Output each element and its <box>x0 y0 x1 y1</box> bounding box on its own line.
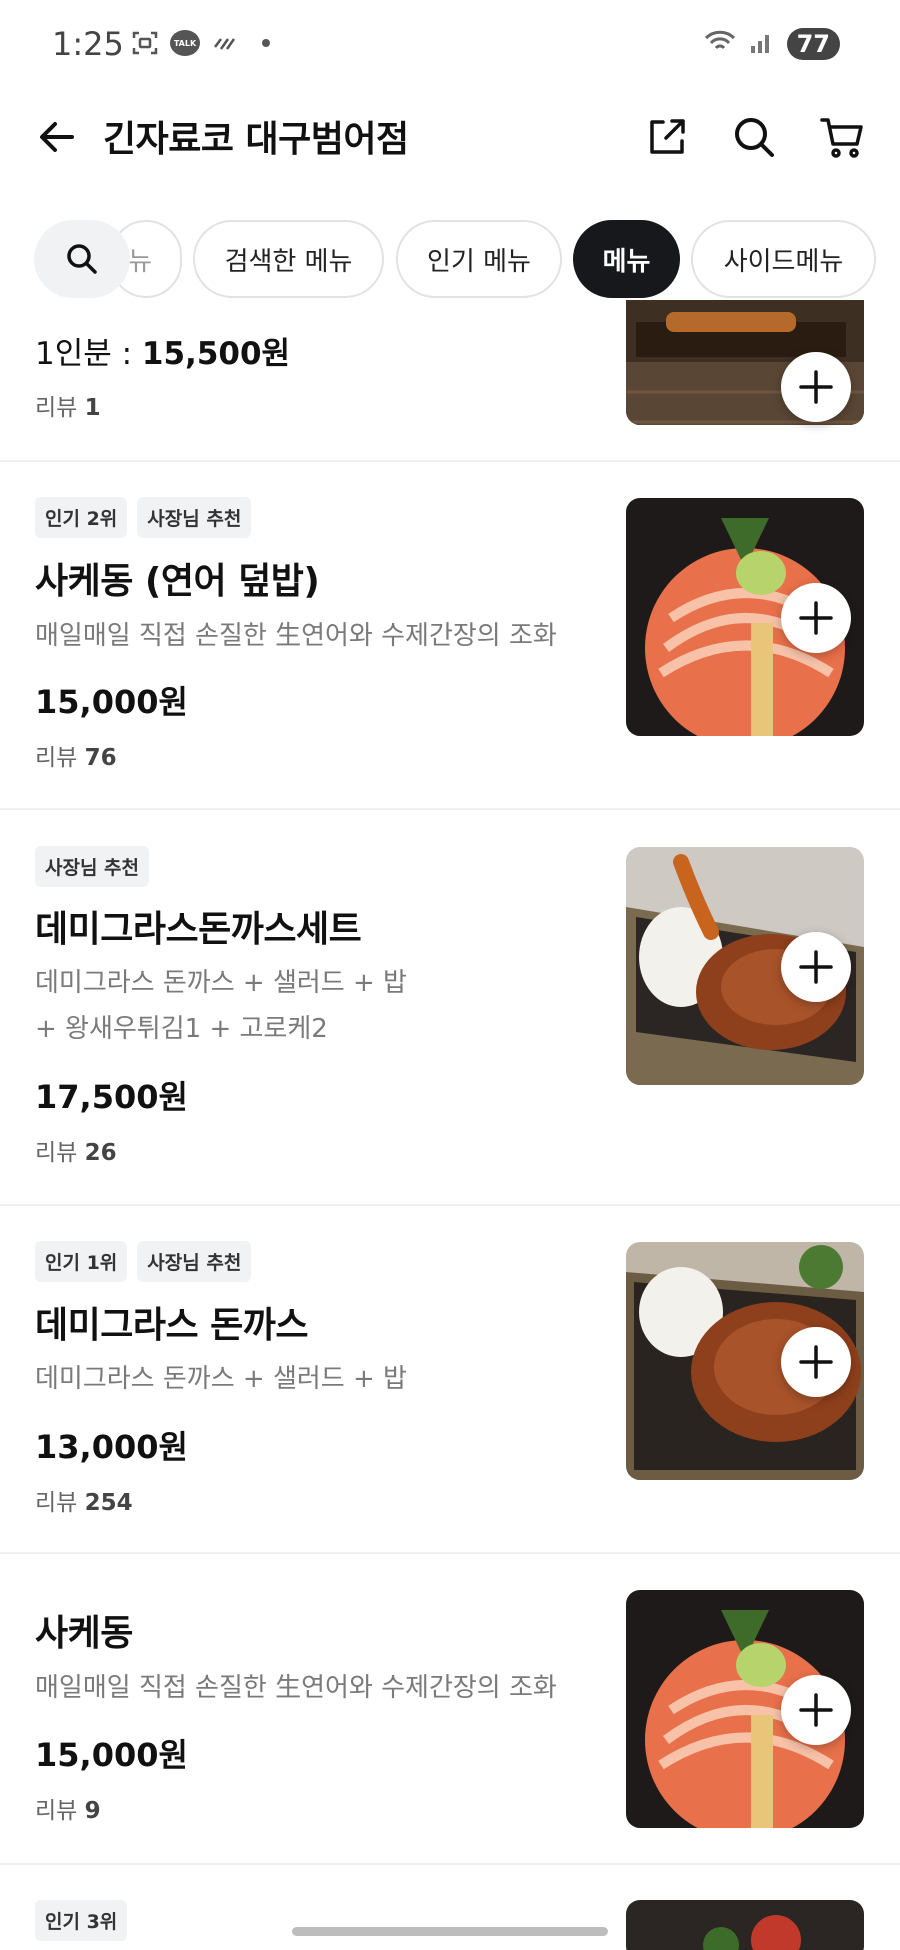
status-time: 1:25 <box>52 25 124 63</box>
item-review-count: 리뷰 26 <box>35 1140 117 1166</box>
popular-rank-badge: 인기 3위 <box>35 1900 128 1941</box>
item-price: 15,000원 <box>35 683 188 721</box>
popular-rank-badge: 인기 1위 <box>35 1241 128 1282</box>
plus-icon <box>799 370 833 404</box>
kakaotalk-icon: TALK <box>170 30 200 56</box>
plus-icon <box>799 950 833 984</box>
item-price: 1인분 : 15,500원 <box>35 336 291 372</box>
data-sync-icon <box>210 28 240 58</box>
add-to-cart-button[interactable] <box>781 583 851 653</box>
item-price: 15,000원 <box>35 1736 188 1774</box>
notification-dot-icon <box>262 39 270 47</box>
menu-item[interactable]: 사장님 추천 데미그라스돈까스세트 데미그라스 돈까스 + 샐러드 + 밥 + … <box>0 810 900 1206</box>
add-to-cart-button[interactable] <box>781 932 851 1002</box>
cart-icon <box>820 118 863 158</box>
share-button[interactable] <box>640 110 694 164</box>
tab-menu[interactable]: 메뉴 <box>573 220 680 298</box>
owner-pick-badge: 사장님 추천 <box>137 497 252 538</box>
search-icon <box>67 244 97 274</box>
menu-item[interactable]: 1인분 : 15,500원 리뷰 1 <box>0 300 900 462</box>
item-price: 13,000원 <box>35 1428 188 1466</box>
store-header: 긴자료코 대구범어점 <box>0 92 900 184</box>
home-indicator[interactable] <box>292 1927 608 1936</box>
item-description: 매일매일 직접 손질한 生연어와 수제간장의 조화 <box>35 621 557 651</box>
item-name: 데미그라스돈까스세트 <box>35 909 362 950</box>
popular-rank-badge: 인기 2위 <box>35 497 128 538</box>
store-title: 긴자료코 대구범어점 <box>103 119 409 160</box>
arrow-left-icon <box>40 122 74 152</box>
signal-icon <box>749 29 775 59</box>
item-price: 17,500원 <box>35 1078 188 1116</box>
wifi-icon <box>703 28 737 60</box>
plus-icon <box>799 601 833 635</box>
item-description: 매일매일 직접 손질한 生연어와 수제간장의 조화 <box>35 1673 557 1703</box>
search-button[interactable] <box>727 110 781 164</box>
item-review-count: 리뷰 254 <box>35 1490 133 1516</box>
item-review-count: 리뷰 76 <box>35 745 117 771</box>
item-review-count: 리뷰 1 <box>35 395 101 421</box>
owner-pick-badge: 사장님 추천 <box>137 1241 252 1282</box>
add-to-cart-button[interactable] <box>781 352 851 422</box>
add-to-cart-button[interactable] <box>781 1675 851 1745</box>
battery-indicator: 77 <box>786 28 840 60</box>
item-name: 데미그라스 돈까스 <box>35 1305 309 1346</box>
back-button[interactable] <box>32 112 82 162</box>
category-tabs: 뉴 검색한 메뉴 인기 메뉴 메뉴 사이드메뉴 <box>0 218 900 300</box>
tab-searched-menu[interactable]: 검색한 메뉴 <box>193 220 384 298</box>
menu-search-button[interactable] <box>34 220 130 298</box>
plus-icon <box>799 1693 833 1727</box>
status-bar: 1:25 TALK 77 <box>0 0 900 92</box>
item-description: 데미그라스 돈까스 + 샐러드 + 밥 + 왕새우튀김1 + 고로케2 <box>35 968 407 1044</box>
item-review-count: 리뷰 9 <box>35 1798 101 1824</box>
menu-item[interactable]: 인기 2위 사장님 추천 사케동 (연어 덮밥) 매일매일 직접 손질한 生연어… <box>0 462 900 810</box>
search-icon <box>735 118 774 157</box>
menu-item[interactable]: 인기 1위 사장님 추천 데미그라스 돈까스 데미그라스 돈까스 + 샐러드 +… <box>0 1206 900 1554</box>
item-name: 사케동 (연어 덮밥) <box>35 561 320 602</box>
share-icon <box>650 119 685 154</box>
menu-item[interactable]: 사케동 매일매일 직접 손질한 生연어와 수제간장의 조화 15,000원 리뷰… <box>0 1554 900 1865</box>
tab-popular-menu[interactable]: 인기 메뉴 <box>396 220 562 298</box>
owner-pick-badge: 사장님 추천 <box>35 846 150 887</box>
menu-item[interactable]: 인기 3위 <box>0 1865 900 1950</box>
item-name: 사케동 <box>35 1613 133 1654</box>
tab-side-menu[interactable]: 사이드메뉴 <box>691 220 876 298</box>
food-photo <box>626 1900 864 1950</box>
screenshot-icon <box>130 28 160 58</box>
item-description: 데미그라스 돈까스 + 샐러드 + 밥 <box>35 1364 407 1394</box>
add-to-cart-button[interactable] <box>781 1327 851 1397</box>
plus-icon <box>799 1345 833 1379</box>
cart-button[interactable] <box>815 110 869 164</box>
